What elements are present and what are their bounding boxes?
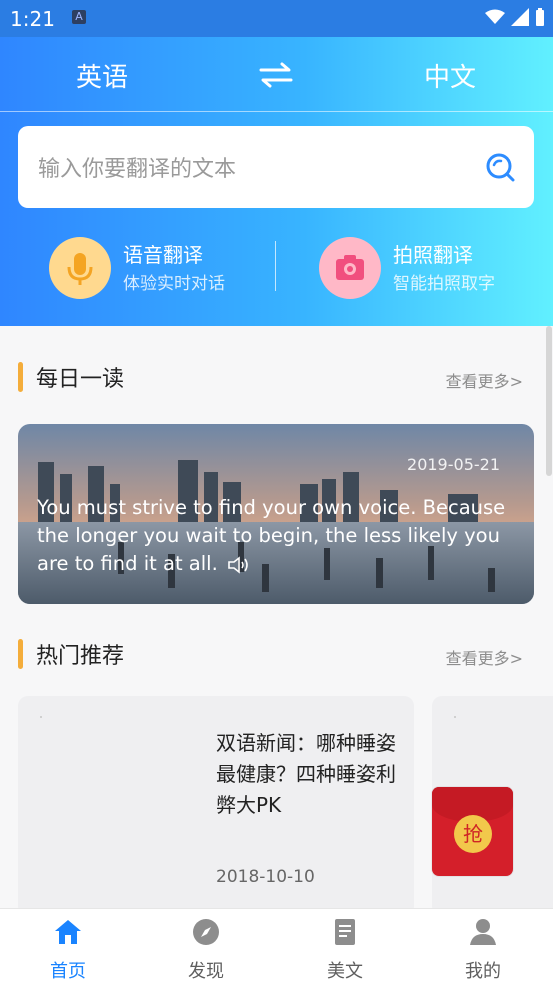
voice-translate-subtitle: 体验实时对话 [123,274,225,294]
section-accent-bar [18,362,23,392]
status-bar: 1:21 A [0,0,553,37]
image-placeholder [454,716,456,718]
battery-icon [536,8,544,26]
status-time: 1:21 [10,7,55,31]
scrollbar[interactable] [546,326,552,476]
article-icon [335,919,355,945]
recommend-header: 热门推荐 查看更多> [0,633,553,675]
microphone-icon [67,253,93,285]
daily-read-more-link[interactable]: 查看更多> [446,368,523,392]
daily-read-title: 每日一读 [36,367,125,392]
language-switcher: 英语 中文 [0,37,553,111]
translate-input[interactable] [36,150,470,188]
search-box[interactable] [18,126,534,208]
nav-articles-label: 美文 [327,961,363,982]
nav-home[interactable]: 首页 [18,909,118,985]
daily-read-header: 每日一读 查看更多> [0,356,553,398]
bottom-navigation: 首页 发现 美文 我的 [0,908,553,985]
notification-a-icon: A [72,10,86,24]
recommend-card-title: 双语新闻：哪种睡姿最健康？四种睡姿利弊大PK [216,731,396,817]
source-language-button[interactable]: 英语 [76,57,128,94]
recommend-card[interactable]: 双语新闻：哪种睡姿最健康？四种睡姿利弊大PK 2018-10-10 [18,696,414,916]
compass-icon [193,919,219,945]
red-packet-coin: 抢 [454,815,492,853]
photo-translate-title: 拍照翻译 [393,243,473,267]
daily-read-quote-text: You must strive to find your own voice. … [37,496,506,575]
daily-read-date: 2019-05-21 [407,455,500,474]
translation-tools: 语音翻译 体验实时对话 拍照翻译 智能拍照取字 [0,233,553,303]
home-icon [55,920,81,944]
translate-header: 英语 中文 语音翻译 体验实时对话 [0,37,553,326]
voice-icon-circle [49,237,111,299]
daily-read-card[interactable]: 2019-05-21 You must strive to find your … [18,424,534,604]
profile-icon [470,919,496,945]
camera-icon-circle [319,237,381,299]
recommend-title: 热门推荐 [36,644,125,669]
recommend-more-link[interactable]: 查看更多> [446,645,523,669]
nav-discover[interactable]: 发现 [156,909,256,985]
daily-read-quote: You must strive to find your own voice. … [37,494,527,578]
nav-discover-label: 发现 [188,961,224,982]
swap-icon[interactable] [259,59,293,91]
recommend-card-date: 2018-10-10 [216,867,315,887]
image-placeholder [40,716,42,718]
photo-translate-button[interactable]: 拍照翻译 智能拍照取字 [319,233,529,303]
nav-articles[interactable]: 美文 [295,909,395,985]
target-language-button[interactable]: 中文 [424,57,476,94]
photo-translate-subtitle: 智能拍照取字 [393,274,495,294]
signal-icon [511,8,529,26]
status-icons [485,7,545,27]
tools-divider [275,241,276,291]
header-divider [0,111,553,112]
search-icon[interactable] [484,151,516,183]
voice-translate-button[interactable]: 语音翻译 体验实时对话 [49,233,259,303]
camera-icon [336,255,364,280]
nav-profile-label: 我的 [465,961,501,982]
speaker-icon[interactable] [227,555,251,575]
red-packet-button[interactable]: 抢 [432,787,513,876]
wifi-icon [485,9,505,24]
section-accent-bar [18,639,23,669]
nav-profile[interactable]: 我的 [433,909,533,985]
nav-home-label: 首页 [50,961,86,982]
voice-translate-title: 语音翻译 [123,243,203,267]
